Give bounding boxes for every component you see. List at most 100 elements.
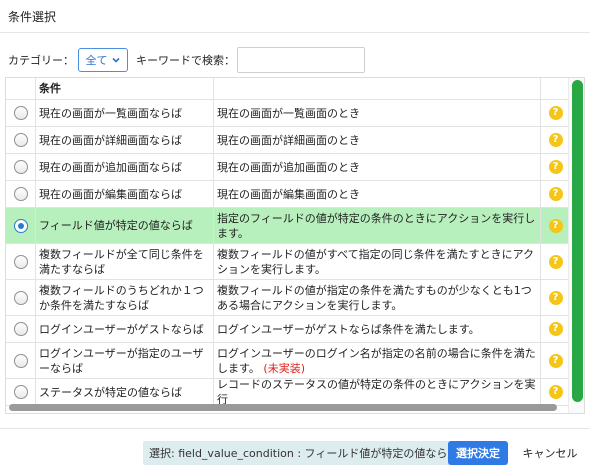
row-help-cell: ? [541,154,570,180]
row-radio-cell [6,127,36,153]
category-select[interactable]: 全て [78,48,128,72]
row-radio-cell [6,316,36,342]
row-help-cell: ? [541,181,570,207]
question-circle-icon[interactable]: ? [548,187,563,201]
row-description-text: ログインユーザーがゲストならば条件を満たします。 [217,322,480,336]
row-condition: 複数フィールドが全て同じ条件を満たすならば [36,244,214,279]
vertical-scrollbar-thumb[interactable] [572,80,583,402]
vertical-scrollbar[interactable] [568,78,584,413]
row-radio-cell [6,244,36,279]
row-description: 指定のフィールドの値が特定の条件のときにアクションを実行します。 [214,208,541,243]
table-row[interactable]: ステータスが特定の値ならば レコードのステータスの値が特定の条件のときにアクション… [6,378,570,406]
row-help-cell: ? [541,343,570,378]
filter-bar: カテゴリー： 全て キーワードで検索： [8,47,365,73]
row-description: 現在の画面が編集画面のとき [214,181,541,207]
row-condition-text: 現在の画面が追加画面ならば [39,160,182,174]
row-condition-text: 現在の画面が詳細画面ならば [39,133,182,147]
row-description: ログインユーザーがゲストならば条件を満たします。 [214,316,541,342]
table-row[interactable]: 現在の画面が詳細画面ならば 現在の画面が詳細画面のとき? [6,127,570,154]
table-row[interactable]: フィールド値が特定の値ならば 指定のフィールドの値が特定の条件のときにアクションを… [6,208,570,244]
row-help-cell: ? [541,127,570,153]
row-description-text: 現在の画面が追加画面のとき [217,160,360,174]
row-condition: フィールド値が特定の値ならば [36,208,214,243]
question-circle-icon[interactable]: ? [548,385,563,399]
header-condition: 条件 [36,78,214,99]
row-help-cell: ? [541,244,570,279]
row-condition: 現在の画面が詳細画面ならば [36,127,214,153]
category-label: カテゴリー： [8,54,74,67]
row-description-text: 現在の画面が編集画面のとき [217,187,360,201]
row-condition: ログインユーザーが指定のユーザーならば [36,343,214,378]
row-description-text: 指定のフィールドの値が特定の条件のときにアクションを実行します。 [217,211,536,240]
question-circle-icon[interactable]: ? [548,218,563,233]
table-row[interactable]: ログインユーザーがゲストならば ログインユーザーがゲストならば条件を満たします。? [6,316,570,343]
row-description-text: 複数フィールドの値が指定の条件を満たすものが少なくとも1つある場合にアクションを… [217,283,532,312]
table-row[interactable]: 現在の画面が一覧画面ならば 現在の画面が一覧画面のとき? [6,100,570,127]
row-radio-button[interactable] [13,187,28,201]
row-radio-cell [6,379,36,405]
dialog-title: 条件選択 [8,10,57,24]
question-circle-icon[interactable]: ? [548,133,563,147]
row-radio-button[interactable] [13,160,28,174]
keyword-search-input[interactable] [237,47,365,73]
question-circle-icon[interactable]: ? [548,106,563,120]
row-condition-text: 現在の画面が一覧画面ならば [39,106,182,120]
question-circle-icon[interactable]: ? [548,160,563,174]
row-radio-button[interactable] [13,218,28,233]
row-radio-button[interactable] [13,290,28,305]
condition-grid: 条件 現在の画面が一覧画面ならば 現在の画面が一覧画面のとき? 現在の画面が詳細画面… [6,78,570,406]
chevron-down-icon [111,57,120,63]
table-row[interactable]: ログインユーザーが指定のユーザーならば ログインユーザーのログイン名が指定の名前の… [6,343,570,379]
row-condition-text: ログインユーザーが指定のユーザーならば [39,346,204,375]
table-header-row: 条件 [6,78,570,100]
question-circle-icon[interactable]: ? [548,353,563,368]
row-condition-text: 現在の画面が編集画面ならば [39,187,182,201]
row-radio-button[interactable] [13,322,28,336]
unimplemented-note: (未実装) [263,361,305,375]
question-circle-icon[interactable]: ? [548,322,563,336]
table-row[interactable]: 現在の画面が編集画面ならば 現在の画面が編集画面のとき? [6,181,570,208]
header-description [214,78,541,99]
title-divider [0,32,590,33]
row-description: 現在の画面が一覧画面のとき [214,100,541,126]
table-row[interactable]: 現在の画面が追加画面ならば 現在の画面が追加画面のとき? [6,154,570,181]
row-radio-button[interactable] [13,133,28,147]
keyword-label: キーワードで検索： [136,54,235,67]
row-condition: ステータスが特定の値ならば [36,379,214,405]
question-circle-icon[interactable]: ? [548,290,563,305]
row-radio-cell [6,208,36,243]
header-help-cell [541,78,570,99]
row-radio-button[interactable] [13,106,28,120]
row-radio-button[interactable] [13,353,28,368]
row-condition-text: 複数フィールドのうちどれか１つか条件を満たすならば [39,283,204,312]
row-help-cell: ? [541,316,570,342]
row-help-cell: ? [541,280,570,315]
row-condition: 現在の画面が一覧画面ならば [36,100,214,126]
row-radio-cell [6,100,36,126]
row-help-cell: ? [541,208,570,243]
row-description: 複数フィールドの値が指定の条件を満たすものが少なくとも1つある場合にアクションを… [214,280,541,315]
row-description-text: レコードのステータスの値が特定の条件のときにアクションを実行 [217,378,536,406]
row-condition-text: ステータスが特定の値ならば [39,385,182,399]
row-description: ログインユーザーのログイン名が指定の名前の場合に条件を満たします。 (未実装) [214,343,541,378]
row-condition: ログインユーザーがゲストならば [36,316,214,342]
confirm-selection-button[interactable]: 選択決定 [448,441,508,465]
condition-table: 条件 現在の画面が一覧画面ならば 現在の画面が一覧画面のとき? 現在の画面が詳細画面… [5,77,585,414]
table-row[interactable]: 複数フィールドのうちどれか１つか条件を満たすならば 複数フィールドの値が指定の条件… [6,280,570,316]
horizontal-scrollbar-thumb[interactable] [9,404,557,411]
row-description-text: 現在の画面が詳細画面のとき [217,133,360,147]
cancel-button[interactable]: キャンセル [518,441,582,465]
table-row[interactable]: 複数フィールドが全て同じ条件を満たすならば 複数フィールドの値がすべて指定の同じ条… [6,244,570,280]
row-description: 現在の画面が詳細画面のとき [214,127,541,153]
row-condition: 現在の画面が編集画面ならば [36,181,214,207]
row-condition-text: フィールド値が特定の値ならば [39,219,193,232]
row-description: 現在の画面が追加画面のとき [214,154,541,180]
row-help-cell: ? [541,100,570,126]
row-radio-button[interactable] [13,254,28,269]
row-condition: 現在の画面が追加画面ならば [36,154,214,180]
header-radio-cell [6,78,36,99]
question-circle-icon[interactable]: ? [548,254,563,269]
row-radio-button[interactable] [13,385,28,399]
selected-condition-info: 選択: field_value_condition : フィールド値が特定の値な… [143,441,465,465]
category-select-value: 全て [85,54,108,67]
